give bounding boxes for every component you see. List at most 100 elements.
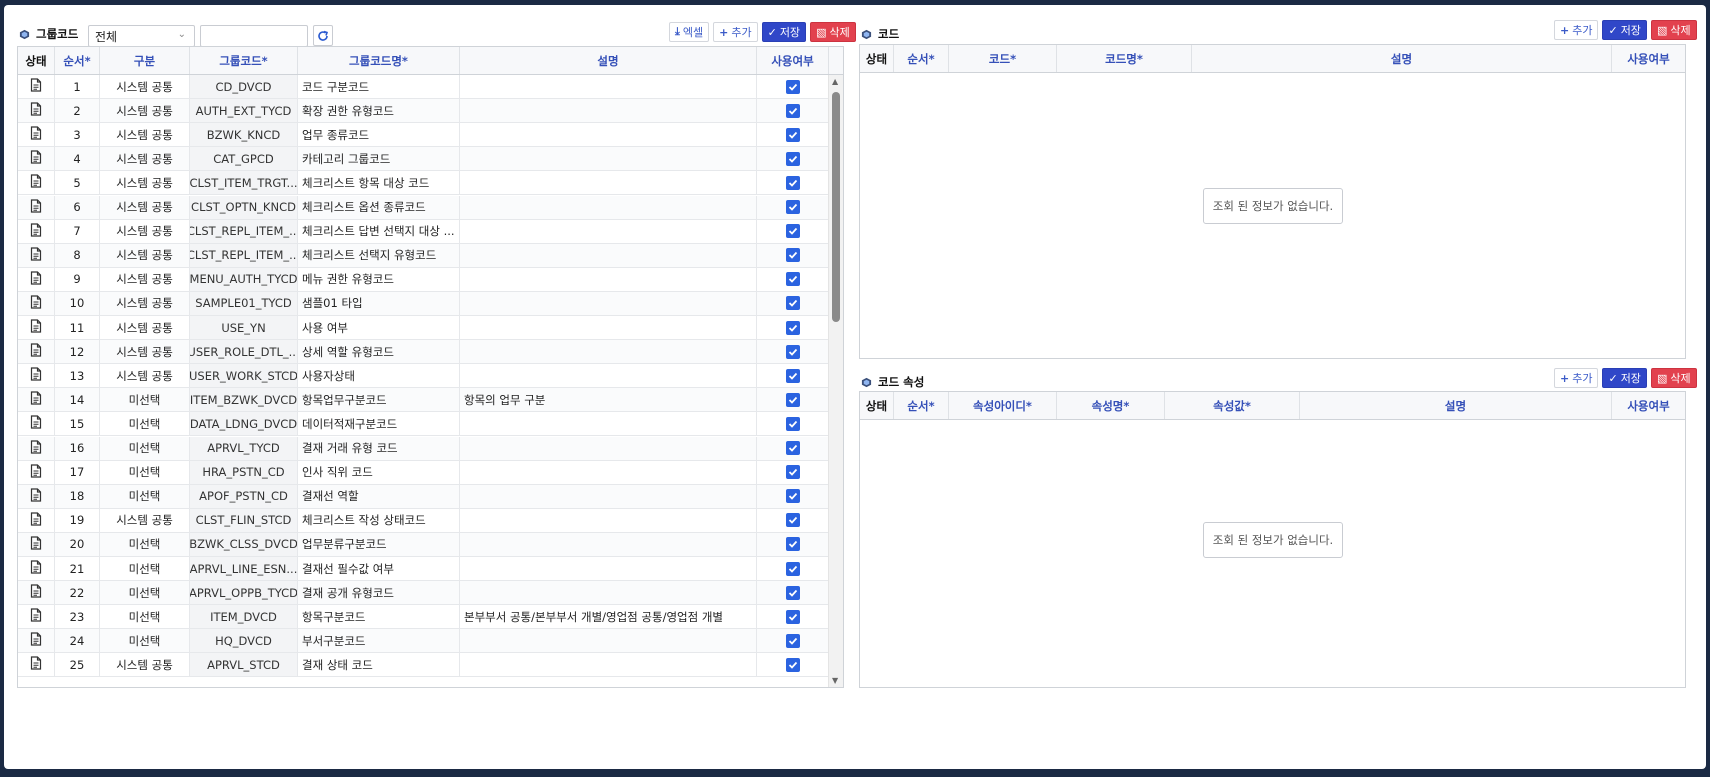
scroll-up-icon[interactable]: ▲ <box>832 77 838 86</box>
table-row[interactable]: 6 시스템 공통 CLST_OPTN_KNCD 체크리스트 옵션 종류코드 <box>18 195 829 220</box>
col-use-yn[interactable]: 사용여부 <box>1612 45 1685 72</box>
table-row[interactable]: 3 시스템 공통 BZWK_KNCD 업무 종류코드 <box>18 123 829 148</box>
save-attr-button[interactable]: ✓ 저장 <box>1602 368 1647 388</box>
table-row[interactable]: 5 시스템 공통 CLST_ITEM_TRGT... 체크리스트 항목 대상 코드 <box>18 171 829 196</box>
delete-attr-button[interactable]: ▧ 삭제 <box>1650 368 1697 388</box>
code-title: 코드 <box>861 26 899 42</box>
col-use-yn[interactable]: 사용여부 <box>1612 392 1685 419</box>
table-row[interactable]: 7 시스템 공통 CLST_REPL_ITEM_... 체크리스트 답변 선택지 대상… <box>18 219 829 244</box>
col-group-code[interactable]: 그룹코드* <box>190 47 298 74</box>
category-select[interactable]: 전체 ⌄ <box>88 25 195 47</box>
col-status[interactable]: 상태 <box>18 47 55 74</box>
use-checkbox[interactable] <box>785 368 800 383</box>
table-row[interactable]: 10 시스템 공통 SAMPLE01_TYCD 샘플01 타입 <box>18 291 829 316</box>
delete-code-button[interactable]: ▧ 삭제 <box>1650 20 1697 40</box>
delete-group-button[interactable]: ▧ 삭제 <box>810 22 856 42</box>
table-row[interactable]: 19 시스템 공통 CLST_FLIN_STCD 체크리스트 작성 상태코드 <box>18 508 829 533</box>
use-checkbox[interactable] <box>785 344 800 359</box>
col-use-yn[interactable]: 사용여부 <box>757 47 829 74</box>
use-checkbox[interactable] <box>785 151 800 166</box>
table-row[interactable]: 21 미선택 APRVL_LINE_ESN... 결재선 필수값 여부 <box>18 557 829 581</box>
use-checkbox[interactable] <box>785 103 800 118</box>
status-cell <box>18 195 55 219</box>
use-yn-cell <box>757 99 829 123</box>
table-row[interactable]: 18 미선택 APOF_PSTN_CD 결재선 역할 <box>18 484 829 509</box>
add-group-button[interactable]: + 추가 <box>713 22 758 42</box>
use-checkbox[interactable] <box>785 296 800 311</box>
table-row[interactable]: 22 미선택 APRVL_OPPB_TYCD 결재 공개 유형코드 <box>18 581 829 606</box>
use-checkbox[interactable] <box>785 79 800 94</box>
col-status[interactable]: 상태 <box>860 392 894 419</box>
use-checkbox[interactable] <box>785 465 800 480</box>
table-row[interactable]: 11 시스템 공통 USE_YN 사용 여부 <box>18 316 829 340</box>
group-name-cell: 상세 역할 유형코드 <box>298 340 460 364</box>
table-row[interactable]: 17 미선택 HRA_PSTN_CD 인사 직위 코드 <box>18 460 829 485</box>
use-yn-cell <box>757 484 829 508</box>
col-description[interactable]: 설명 <box>460 47 757 74</box>
col-description[interactable]: 설명 <box>1192 45 1612 72</box>
use-checkbox[interactable] <box>785 513 800 528</box>
use-yn-cell <box>757 412 829 436</box>
table-row[interactable]: 9 시스템 공통 MENU_AUTH_TYCD 메뉴 권한 유형코드 <box>18 267 829 292</box>
use-checkbox[interactable] <box>785 272 800 287</box>
category-cell: 시스템 공통 <box>100 508 190 532</box>
use-checkbox[interactable] <box>785 441 800 455</box>
col-order[interactable]: 순서* <box>894 392 949 419</box>
col-attr-value[interactable]: 속성값* <box>1165 392 1300 419</box>
table-row[interactable]: 1 시스템 공통 CD_DVCD 코드 구분코드 <box>18 75 829 99</box>
chevron-down-icon: ⌄ <box>177 29 186 40</box>
col-status[interactable]: 상태 <box>860 45 894 72</box>
col-order[interactable]: 순서* <box>55 47 100 74</box>
col-code-name[interactable]: 코드명* <box>1057 45 1192 72</box>
use-checkbox[interactable] <box>785 320 800 335</box>
refresh-button[interactable] <box>313 25 333 46</box>
add-attr-button[interactable]: + 추가 <box>1554 368 1599 388</box>
col-description[interactable]: 설명 <box>1300 392 1612 419</box>
use-checkbox[interactable] <box>785 633 800 648</box>
col-code[interactable]: 코드* <box>949 45 1057 72</box>
group-name-cell: 부서구분코드 <box>298 629 460 653</box>
use-checkbox[interactable] <box>785 537 800 552</box>
col-category[interactable]: 구분 <box>100 47 190 74</box>
table-row[interactable]: 4 시스템 공통 CAT_GPCD 카테고리 그룹코드 <box>18 147 829 172</box>
category-cell: 미선택 <box>100 557 190 580</box>
excel-button[interactable]: ⤓ 엑셀 <box>669 22 710 42</box>
col-attr-name[interactable]: 속성명* <box>1057 392 1165 419</box>
use-checkbox[interactable] <box>785 561 800 576</box>
table-row[interactable]: 16 미선택 APRVL_TYCD 결재 거래 유형 코드 <box>18 436 829 461</box>
table-row[interactable]: 20 미선택 BZWK_CLSS_DVCD 업무분류구분코드 <box>18 532 829 557</box>
use-checkbox[interactable] <box>785 609 800 624</box>
use-checkbox[interactable] <box>785 489 800 504</box>
use-checkbox[interactable] <box>785 416 800 431</box>
table-row[interactable]: 25 시스템 공통 APRVL_STCD 결재 상태 코드 <box>18 653 829 678</box>
use-checkbox[interactable] <box>785 657 800 672</box>
scrollbar-thumb[interactable] <box>832 92 840 322</box>
save-code-button[interactable]: ✓ 저장 <box>1602 20 1647 40</box>
use-checkbox[interactable] <box>785 127 800 142</box>
use-checkbox[interactable] <box>785 392 800 407</box>
table-row[interactable]: 8 시스템 공통 CLST_REPL_ITEM_... 체크리스트 선택지 유형코드 <box>18 243 829 268</box>
col-group-name[interactable]: 그룹코드명* <box>298 47 460 74</box>
code-attr-grid-header: 상태 순서* 속성아이디* 속성명* 속성값* 설명 사용여부 <box>860 392 1685 420</box>
use-checkbox[interactable] <box>785 224 800 239</box>
table-row[interactable]: 12 시스템 공통 USER_ROLE_DTL_... 상세 역할 유형코드 <box>18 340 829 365</box>
add-code-button[interactable]: + 추가 <box>1554 20 1599 40</box>
col-attr-id[interactable]: 속성아이디* <box>949 392 1057 419</box>
use-checkbox[interactable] <box>785 585 800 600</box>
use-checkbox[interactable] <box>785 175 800 190</box>
description-cell <box>460 267 757 291</box>
use-checkbox[interactable] <box>785 248 800 263</box>
vertical-scrollbar[interactable]: ▲ ▼ <box>828 75 843 687</box>
save-group-button[interactable]: ✓ 저장 <box>761 22 807 42</box>
use-yn-cell <box>757 581 829 605</box>
table-row[interactable]: 24 미선택 HQ_DVCD 부서구분코드 <box>18 629 829 654</box>
scroll-down-icon[interactable]: ▼ <box>832 676 838 685</box>
table-row[interactable]: 14 미선택 ITEM_BZWK_DVCD 항목업무구분코드 항목의 업무 구분 <box>18 388 829 413</box>
table-row[interactable]: 13 시스템 공통 USER_WORK_STCD 사용자상태 <box>18 364 829 389</box>
col-order[interactable]: 순서* <box>894 45 949 72</box>
use-checkbox[interactable] <box>785 200 800 214</box>
table-row[interactable]: 2 시스템 공통 AUTH_EXT_TYCD 확장 권한 유형코드 <box>18 99 829 124</box>
table-row[interactable]: 23 미선택 ITEM_DVCD 항목구분코드 본부부서 공통/본부부서 개별/영업점 … <box>18 605 829 630</box>
table-row[interactable]: 15 미선택 DATA_LDNG_DVCD 데이터적재구분코드 <box>18 412 829 437</box>
search-input[interactable] <box>200 25 308 47</box>
